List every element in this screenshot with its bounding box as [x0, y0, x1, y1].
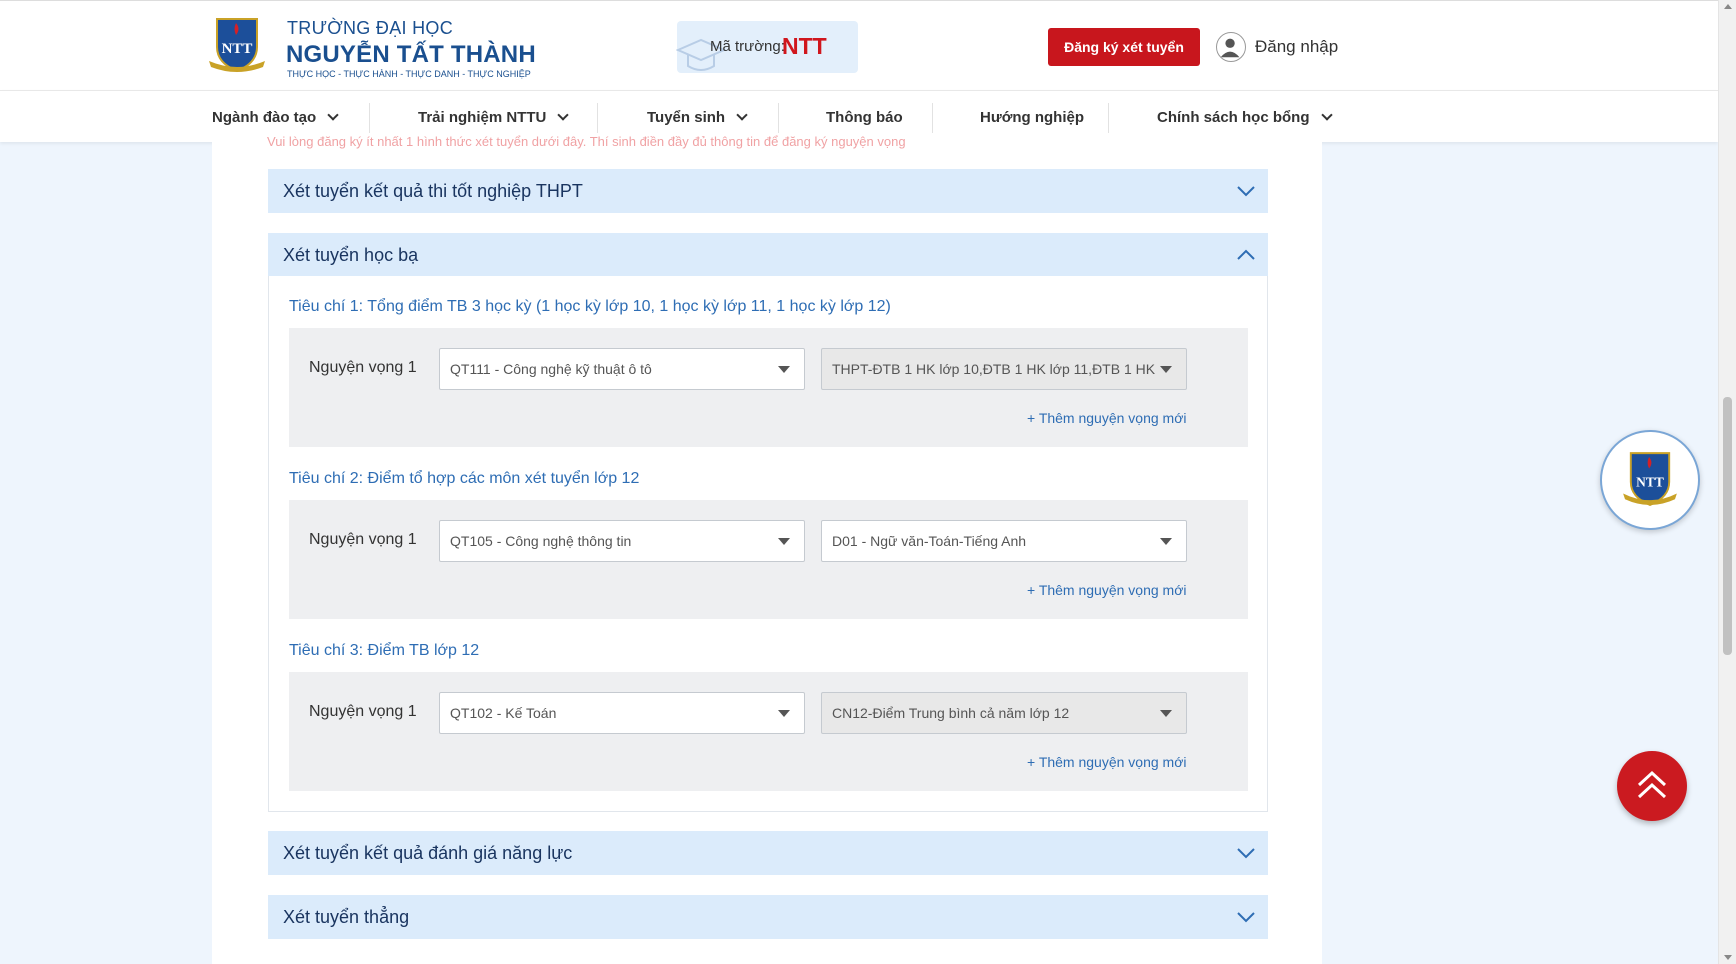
- nav-label: Chính sách học bổng: [1157, 109, 1310, 126]
- school-code-label: Mã trường:: [710, 38, 785, 55]
- chevron-down-icon: [327, 109, 339, 121]
- section-nang-luc-header[interactable]: Xét tuyển kết quả đánh giá năng lực: [268, 831, 1268, 875]
- chevron-down-icon: [1237, 912, 1255, 923]
- site-header: NTT TRƯỜNG ĐẠI HỌC NGUYỄN TẤT THÀNH THỰC…: [0, 0, 1718, 90]
- wish-label: Nguyện vọng 1: [309, 531, 417, 548]
- chevron-down-icon: [1320, 109, 1333, 121]
- add-wish-link[interactable]: + Thêm nguyện vọng mới: [1027, 754, 1187, 770]
- chevron-up-icon: [1237, 249, 1255, 260]
- caret-down-icon: [1160, 538, 1172, 545]
- section-title: Xét tuyển kết quả đánh giá năng lực: [283, 843, 573, 863]
- wish-label: Nguyện vọng 1: [309, 359, 417, 376]
- section-title: Xét tuyển thẳng: [283, 907, 410, 927]
- chevron-down-icon: [736, 109, 748, 121]
- page-scrollbar[interactable]: [1718, 0, 1736, 964]
- select-value: THPT-ĐTB 1 HK lớp 10,ĐTB 1 HK lớp 11,ĐTB…: [832, 361, 1156, 377]
- svg-text:NTT: NTT: [1636, 475, 1664, 490]
- section-tuyen-thang-header[interactable]: Xét tuyển thẳng: [268, 895, 1268, 939]
- nav-item-thong-bao[interactable]: Thông báo: [826, 109, 903, 126]
- nav-divider: [932, 103, 933, 133]
- select-value: D01 - Ngữ văn-Toán-Tiếng Anh: [832, 533, 1027, 549]
- nav-item-huong-nghiep[interactable]: Hướng nghiệp: [980, 109, 1084, 126]
- university-logo-icon: NTT: [1623, 452, 1677, 506]
- add-wish-link[interactable]: + Thêm nguyện vọng mới: [1027, 410, 1187, 426]
- chevron-down-icon: [1237, 848, 1255, 859]
- register-button[interactable]: Đăng ký xét tuyển: [1048, 28, 1200, 66]
- nav-label: Trải nghiệm NTTU: [418, 109, 547, 126]
- school-code-value: NTT: [782, 33, 827, 59]
- nav-divider: [778, 103, 779, 133]
- chat-logo-button[interactable]: NTT: [1600, 430, 1700, 530]
- select-value: QT111 - Công nghệ kỹ thuật ô tô: [450, 361, 652, 377]
- combo-select[interactable]: CN12-Điểm Trung bình cả năm lớp 12: [821, 692, 1187, 734]
- section-title: Xét tuyển kết quả thi tốt nghiệp THPT: [283, 181, 583, 201]
- select-value: QT105 - Công nghệ thông tin: [450, 533, 632, 549]
- scroll-down-arrow-icon[interactable]: [1724, 955, 1732, 960]
- chevron-down-icon: [557, 109, 570, 121]
- major-select[interactable]: QT105 - Công nghệ thông tin: [439, 520, 805, 562]
- nav-item-tuyen-sinh[interactable]: Tuyển sinh: [647, 109, 748, 126]
- nav-item-nganh-dao-tao[interactable]: Ngành đào tạo: [212, 109, 339, 126]
- double-chevron-up-icon: [1637, 770, 1667, 799]
- chevron-down-icon: [1237, 186, 1255, 197]
- criterion-2-title: Tiêu chí 2: Điểm tổ hợp các môn xét tuyể…: [289, 470, 640, 487]
- university-logo[interactable]: NTT: [203, 13, 271, 79]
- nav-item-hoc-bong[interactable]: Chính sách học bổng: [1157, 109, 1333, 126]
- select-value: QT102 - Kế Toán: [450, 705, 557, 721]
- scroll-up-arrow-icon[interactable]: [1724, 4, 1732, 9]
- wish-label: Nguyện vọng 1: [309, 703, 417, 720]
- nav-divider: [597, 103, 598, 133]
- scroll-to-top-button[interactable]: [1617, 751, 1687, 821]
- scrollbar-thumb[interactable]: [1723, 397, 1732, 655]
- brand-line2: NGUYỄN TẤT THÀNH: [286, 41, 536, 68]
- nav-label: Ngành đào tạo: [212, 109, 317, 126]
- criterion-1-title: Tiêu chí 1: Tổng điểm TB 3 học kỳ (1 học…: [289, 298, 891, 315]
- caret-down-icon: [1160, 710, 1172, 717]
- brand-slogan: THỰC HỌC - THỰC HÀNH - THỰC DANH - THỰC …: [287, 69, 531, 79]
- select-value: CN12-Điểm Trung bình cả năm lớp 12: [832, 705, 1070, 721]
- major-select[interactable]: QT102 - Kế Toán: [439, 692, 805, 734]
- section-hoc-ba-header[interactable]: Xét tuyển học bạ: [268, 233, 1268, 277]
- form-hint: Vui lòng đăng ký ít nhất 1 hình thức xét…: [267, 134, 906, 149]
- nav-divider: [1108, 103, 1109, 133]
- major-select[interactable]: QT111 - Công nghệ kỹ thuật ô tô: [439, 348, 805, 390]
- nav-item-trai-nghiem[interactable]: Trải nghiệm NTTU: [418, 109, 570, 126]
- combo-select[interactable]: THPT-ĐTB 1 HK lớp 10,ĐTB 1 HK lớp 11,ĐTB…: [821, 348, 1187, 390]
- add-wish-link[interactable]: + Thêm nguyện vọng mới: [1027, 582, 1187, 598]
- brand-line1: TRƯỜNG ĐẠI HỌC: [287, 18, 454, 38]
- combo-select[interactable]: D01 - Ngữ văn-Toán-Tiếng Anh: [821, 520, 1187, 562]
- nav-divider: [369, 103, 370, 133]
- caret-down-icon: [778, 538, 790, 545]
- caret-down-icon: [778, 710, 790, 717]
- svg-text:NTT: NTT: [222, 41, 253, 57]
- login-link[interactable]: Đăng nhập: [1255, 37, 1338, 57]
- section-thpt-header[interactable]: Xét tuyển kết quả thi tốt nghiệp THPT: [268, 169, 1268, 213]
- caret-down-icon: [778, 366, 790, 373]
- user-icon[interactable]: [1216, 32, 1246, 62]
- caret-down-icon: [1160, 366, 1172, 373]
- criterion-3-title: Tiêu chí 3: Điểm TB lớp 12: [289, 642, 480, 659]
- nav-label: Tuyển sinh: [647, 109, 726, 126]
- section-title: Xét tuyển học bạ: [283, 245, 419, 265]
